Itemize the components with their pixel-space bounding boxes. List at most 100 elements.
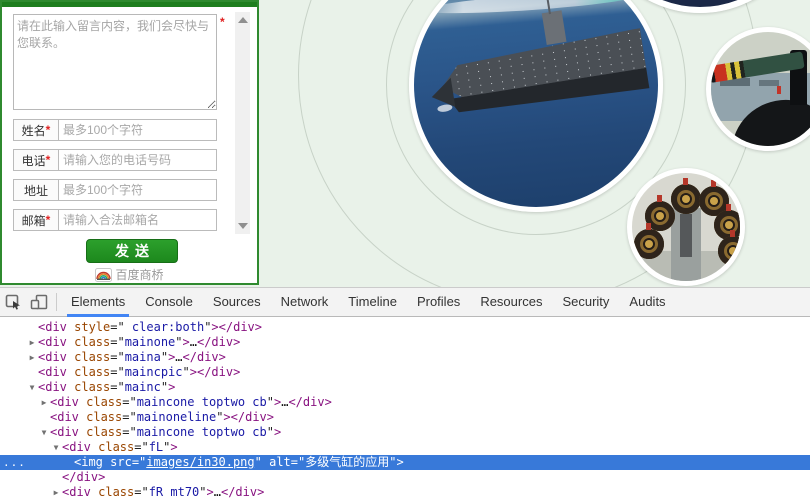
field-label: 电话* — [13, 149, 59, 171]
syntax-token: clear:both — [125, 320, 204, 334]
syntax-token: maincpic — [125, 365, 183, 379]
syntax-token: =" — [122, 425, 136, 439]
dom-tree-row[interactable]: </div> — [0, 470, 810, 485]
syntax-token: > — [274, 425, 281, 439]
dom-tree-row[interactable]: ▶<div class="maincone toptwo cb">…</div> — [0, 395, 810, 410]
syntax-token: " — [161, 380, 168, 394]
syntax-token: alt — [269, 455, 291, 469]
field-input-姓名[interactable] — [59, 119, 217, 141]
syntax-token: style — [74, 320, 110, 334]
dom-tree-row[interactable]: <div class="maincpic"></div> — [0, 365, 810, 380]
syntax-token: class — [74, 350, 110, 364]
required-asterisk: * — [46, 153, 51, 167]
devtools-toolbar: ElementsConsoleSourcesNetworkTimelinePro… — [0, 288, 810, 317]
sailor-figure — [777, 86, 781, 94]
expand-arrow-right-icon[interactable]: ▶ — [26, 350, 38, 365]
dom-tree-row[interactable]: ▼<div class="fL"> — [0, 440, 810, 455]
tab-elements[interactable]: Elements — [61, 288, 135, 317]
syntax-token: =" — [291, 455, 305, 469]
brand-label: 百度商桥 — [115, 266, 163, 283]
expand-arrow-down-icon[interactable]: ▼ — [26, 380, 38, 395]
syntax-token: > — [207, 485, 214, 498]
dom-tree-row[interactable]: ▼<div class="maincone toptwo cb"> — [0, 425, 810, 440]
field-input-电话[interactable] — [59, 149, 217, 171]
dom-tree-row[interactable]: ▶<div class="maina">…</div> — [0, 350, 810, 365]
syntax-token: … — [175, 350, 182, 364]
tab-timeline[interactable]: Timeline — [338, 288, 407, 317]
device-toolbar-icon[interactable] — [26, 290, 52, 314]
syntax-token: <div — [38, 320, 74, 334]
inspect-element-icon[interactable] — [0, 290, 26, 314]
dom-tree-row[interactable]: ▶<div class="mainone">…</div> — [0, 335, 810, 350]
tab-security[interactable]: Security — [552, 288, 619, 317]
dom-tree-row[interactable]: <div style=" clear:both"></div> — [0, 320, 810, 335]
field-input-邮箱[interactable] — [59, 209, 217, 231]
dom-tree-row-selected[interactable]: ...<img src="images/in30.png" alt="多级气缸的… — [0, 455, 810, 470]
syntax-token: … — [190, 335, 197, 349]
tab-audits[interactable]: Audits — [619, 288, 675, 317]
syntax-token: =" — [132, 455, 146, 469]
scroll-down-icon[interactable] — [238, 223, 248, 229]
machinery-photo-circle — [627, 168, 745, 286]
cylinder-nozzle — [714, 210, 744, 240]
tab-network[interactable]: Network — [271, 288, 339, 317]
dom-tree-row[interactable]: <div class="mainoneline"></div> — [0, 410, 810, 425]
syntax-token: </div> — [197, 335, 240, 349]
syntax-token: mainone — [125, 335, 176, 349]
syntax-token: 多级气缸的应用 — [305, 455, 389, 469]
expand-arrow-down-icon[interactable]: ▼ — [38, 425, 50, 440]
syntax-token: class — [74, 365, 110, 379]
syntax-token: > — [168, 380, 175, 394]
scroll-up-icon[interactable] — [238, 17, 248, 23]
syntax-token: maincone toptwo cb — [137, 395, 267, 409]
syntax-token: =" — [110, 380, 124, 394]
send-button[interactable]: 发送 — [86, 239, 178, 263]
syntax-token: =" — [122, 395, 136, 409]
rainbow-bridge-icon — [95, 268, 112, 282]
syntax-token: > — [170, 440, 177, 454]
required-asterisk: * — [220, 15, 225, 29]
dom-tree-row[interactable]: ▶<div class="fR mt70">…</div> — [0, 485, 810, 498]
baidu-bridge-brand[interactable]: 百度商桥 — [2, 266, 257, 283]
more-actions-icon[interactable]: ... — [3, 455, 26, 470]
syntax-token: <div — [38, 350, 74, 364]
syntax-token: =" — [134, 485, 148, 498]
syntax-token: </div> — [219, 320, 262, 334]
tab-profiles[interactable]: Profiles — [407, 288, 470, 317]
carrier-island — [542, 10, 566, 44]
message-textarea[interactable] — [13, 14, 217, 110]
field-row-姓名: 姓名* — [13, 119, 217, 141]
tab-console[interactable]: Console — [135, 288, 203, 317]
syntax-token: " — [161, 350, 168, 364]
field-input-地址[interactable] — [59, 179, 217, 201]
syntax-token: src — [110, 455, 132, 469]
syntax-token: </div> — [183, 350, 226, 364]
widget-scrollbar[interactable] — [235, 12, 250, 234]
syntax-token: </div> — [221, 485, 264, 498]
expand-arrow-right-icon[interactable]: ▶ — [26, 335, 38, 350]
syntax-token: =" — [110, 350, 124, 364]
syntax-token: <div — [50, 410, 86, 424]
syntax-token: <div — [62, 485, 98, 498]
syntax-token: <img — [74, 455, 110, 469]
field-row-电话: 电话* — [13, 149, 217, 171]
tab-resources[interactable]: Resources — [470, 288, 552, 317]
syntax-token: images/in30.png — [146, 455, 254, 469]
syntax-token: " — [267, 425, 274, 439]
required-asterisk: * — [46, 213, 51, 227]
screenshot-stage: * 姓名*电话*地址邮箱* 发送 百度商桥 — [0, 0, 810, 498]
syntax-token: </div> — [62, 470, 105, 484]
webpage-viewport: * 姓名*电话*地址邮箱* 发送 百度商桥 — [0, 0, 810, 287]
expand-arrow-down-icon[interactable]: ▼ — [50, 440, 62, 455]
syntax-token: " — [199, 485, 206, 498]
carrier-wake — [424, 0, 639, 17]
expand-arrow-right-icon[interactable]: ▶ — [50, 485, 62, 498]
dom-tree-row[interactable]: ▼<div class="mainc"> — [0, 380, 810, 395]
expand-arrow-right-icon[interactable]: ▶ — [38, 395, 50, 410]
carrier-ship — [421, 12, 652, 133]
syntax-token: <div — [50, 395, 86, 409]
devtools-tabs: ElementsConsoleSourcesNetworkTimelinePro… — [61, 288, 676, 317]
tab-sources[interactable]: Sources — [203, 288, 271, 317]
syntax-token: </div> — [288, 395, 331, 409]
field-row-邮箱: 邮箱* — [13, 209, 217, 231]
